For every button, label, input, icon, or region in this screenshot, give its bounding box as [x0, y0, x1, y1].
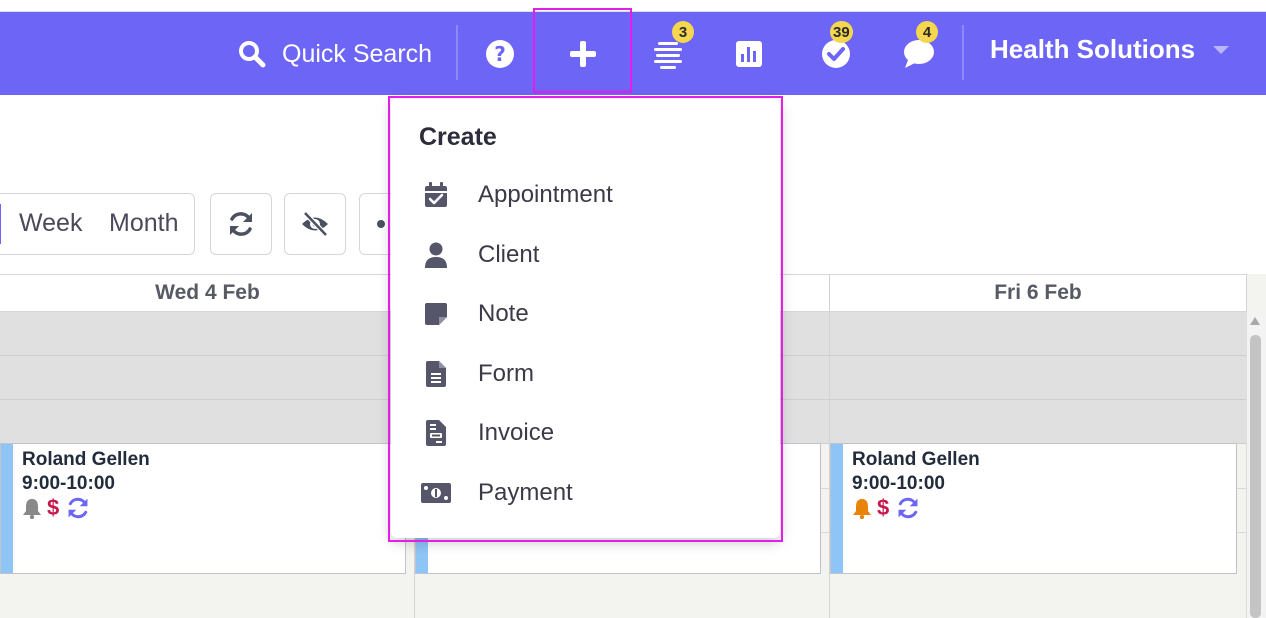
messages-badge: 4 — [916, 21, 938, 43]
create-invoice-item[interactable]: Invoice — [391, 406, 780, 460]
invoice-status-dollar: $ — [877, 495, 890, 520]
create-client-label: Client — [478, 241, 540, 268]
appointment-stripe — [1, 444, 13, 573]
money-bill-icon — [421, 483, 451, 503]
create-note-label: Note — [478, 300, 529, 327]
slot-line — [1237, 532, 1246, 533]
appointment-client: Roland Gellen — [852, 449, 980, 470]
create-appointment-label: Appointment — [478, 181, 613, 208]
calendar-check-icon — [425, 182, 447, 207]
browser-top-edge — [0, 0, 1266, 12]
recurring-icon — [898, 497, 918, 519]
file-text-icon — [426, 361, 446, 387]
active-view-indicator — [0, 204, 1, 244]
calendar-view-switcher: Week Month — [0, 193, 195, 255]
refresh-button[interactable] — [210, 193, 272, 255]
create-form-item[interactable]: Form — [391, 347, 780, 401]
appointment-time: 9:00-10:00 — [22, 473, 115, 494]
scroll-up-arrow-icon[interactable] — [1250, 317, 1260, 325]
slot-line — [1237, 488, 1246, 489]
help-button[interactable]: ? — [484, 12, 516, 95]
create-invoice-label: Invoice — [478, 419, 555, 446]
svg-text:?: ? — [494, 42, 506, 66]
scrollbar-thumb[interactable] — [1250, 335, 1261, 618]
question-circle-icon: ? — [486, 39, 514, 68]
notifications-badge: 3 — [672, 21, 694, 43]
create-note-item[interactable]: Note — [391, 287, 780, 341]
eye-slash-icon — [302, 211, 328, 237]
chevron-down-icon — [1213, 45, 1230, 54]
chat-bubble-icon — [904, 39, 934, 68]
column-header-fri: Fri 6 Feb — [829, 274, 1247, 312]
tasks-badge: 39 — [830, 21, 853, 43]
sticky-note-icon — [425, 303, 447, 325]
refresh-icon — [230, 212, 252, 236]
more-dots-icon — [377, 220, 385, 228]
organization-switcher[interactable]: Health Solutions — [990, 34, 1230, 65]
create-button[interactable] — [535, 12, 631, 95]
invoice-icon — [426, 420, 446, 446]
divider — [456, 25, 458, 80]
create-menu: Create Appointment Client Note Form Invo… — [391, 99, 780, 538]
activity-stream-icon — [654, 41, 682, 69]
bar-chart-icon — [736, 40, 762, 67]
quick-search-label: Quick Search — [282, 39, 433, 68]
create-form-label: Form — [478, 360, 534, 387]
quick-search-button[interactable]: Quick Search — [238, 38, 432, 70]
check-circle-icon — [822, 39, 850, 68]
search-icon — [239, 41, 266, 68]
divider — [962, 25, 964, 80]
bell-icon — [853, 499, 871, 519]
reports-button[interactable] — [735, 12, 763, 95]
create-menu-title: Create — [419, 123, 497, 151]
appointment-time: 9:00-10:00 — [852, 473, 945, 494]
appointment-card[interactable]: Roland Gellen 9:00-10:00 $ — [830, 443, 1237, 574]
column-header-wed: Wed 4 Feb — [0, 274, 415, 312]
top-navigation-bar: Quick Search ? 3 39 4 Health Solutions — [0, 12, 1266, 95]
create-payment-item[interactable]: Payment — [391, 466, 780, 520]
appointment-client: Roland Gellen — [22, 449, 150, 470]
create-appointment-item[interactable]: Appointment — [391, 168, 780, 222]
column-divider — [1246, 274, 1247, 312]
organization-name: Health Solutions — [990, 34, 1196, 64]
recurring-icon — [68, 497, 88, 519]
week-view-button[interactable]: Week — [19, 209, 82, 238]
create-payment-label: Payment — [478, 479, 573, 506]
appointment-card[interactable]: Roland Gellen 9:00-10:00 $ — [0, 443, 406, 574]
hide-button[interactable] — [284, 193, 346, 255]
month-view-button[interactable]: Month — [109, 209, 178, 238]
bell-icon — [23, 499, 41, 519]
user-icon — [425, 242, 447, 268]
create-client-item[interactable]: Client — [391, 228, 780, 282]
appointment-stripe — [831, 444, 843, 573]
invoice-status-dollar: $ — [47, 495, 60, 520]
plus-icon — [570, 40, 596, 67]
